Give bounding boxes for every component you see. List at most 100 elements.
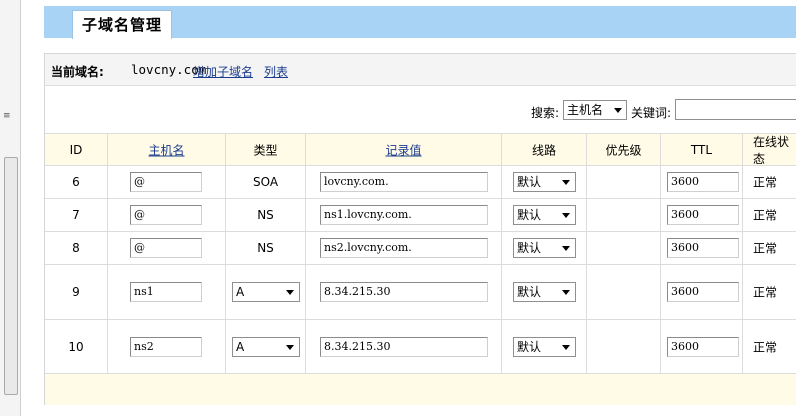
- column-header-id: ID: [69, 142, 83, 157]
- record-id: 10: [68, 340, 84, 354]
- cell-value: lovcny.com.: [306, 166, 502, 198]
- search-label: 搜索:: [531, 106, 560, 120]
- chevron-down-icon: [286, 290, 294, 295]
- list-link[interactable]: 列表: [264, 63, 288, 80]
- add-subdomain-link[interactable]: 增加子域名: [193, 63, 253, 80]
- table-row: 8 @ NS ns2.lovcny.com. 默认 3600 正常: [45, 231, 796, 264]
- line-select-value: 默认: [517, 208, 542, 222]
- chevron-down-icon: [614, 108, 622, 113]
- cell-id: ID: [45, 134, 108, 165]
- ttl-input[interactable]: 3600: [667, 238, 739, 258]
- column-header-value[interactable]: 记录值: [306, 141, 501, 158]
- column-header-status: 在线状态: [753, 134, 790, 166]
- cell-priority: [587, 166, 661, 198]
- cell-status: 正常: [743, 199, 796, 231]
- status-text: 正常: [753, 285, 778, 300]
- cell-line: 默认: [502, 232, 587, 264]
- cell-host: @: [108, 199, 226, 231]
- record-value-input[interactable]: 8.34.215.30: [320, 337, 488, 357]
- chevron-down-icon: [562, 213, 570, 218]
- record-type: NS: [257, 208, 274, 222]
- record-id: 8: [72, 241, 80, 255]
- cell-line: 默认: [502, 199, 587, 231]
- cell-priority: [587, 265, 661, 319]
- search-field-select[interactable]: 主机名: [563, 100, 627, 120]
- cell-id: 8: [45, 232, 108, 264]
- cell-line: 默认: [502, 265, 587, 319]
- record-id: 7: [72, 208, 80, 222]
- cell-host: 主机名: [108, 134, 226, 165]
- record-type: NS: [257, 241, 274, 255]
- cell-value: ns1.lovcny.com.: [306, 199, 502, 231]
- current-domain-label: 当前域名:: [51, 65, 104, 79]
- cell-priority: [587, 232, 661, 264]
- cell-value: 8.34.215.30: [306, 320, 502, 374]
- cell-status: 正常: [743, 166, 796, 198]
- tab-subdomain-management[interactable]: 子域名管理: [72, 10, 172, 39]
- cell-host: @: [108, 232, 226, 264]
- cell-ttl: 3600: [661, 232, 743, 264]
- ttl-input[interactable]: 3600: [667, 337, 739, 357]
- cell-id: 10: [45, 320, 108, 374]
- table-row: 10 ns2 A 8.34.215.30 默认 3600 正常: [45, 319, 796, 374]
- host-input[interactable]: @: [130, 205, 202, 225]
- chevron-down-icon: [562, 290, 570, 295]
- table-row: 6 @ SOA lovcny.com. 默认 3600 正常: [45, 165, 796, 198]
- cell-value: 8.34.215.30: [306, 265, 502, 319]
- column-header-type: 类型: [253, 143, 278, 157]
- ttl-input[interactable]: 3600: [667, 282, 739, 302]
- type-select[interactable]: A: [232, 282, 300, 302]
- cell-type: A: [226, 265, 306, 319]
- cell-type: A: [226, 320, 306, 374]
- column-header-line: 线路: [531, 143, 556, 157]
- status-text: 正常: [753, 175, 778, 190]
- line-select[interactable]: 默认: [513, 205, 576, 225]
- line-select[interactable]: 默认: [513, 238, 576, 258]
- type-select-value: A: [236, 340, 245, 354]
- record-type: SOA: [252, 175, 279, 189]
- chevron-down-icon: [286, 345, 294, 350]
- host-input[interactable]: ns2: [130, 337, 202, 357]
- status-text: 正常: [753, 208, 778, 223]
- line-select[interactable]: 默认: [513, 172, 576, 192]
- keyword-label: 关键词:: [631, 106, 672, 120]
- cell-line: 默认: [502, 320, 587, 374]
- line-select-value: 默认: [517, 285, 542, 299]
- chevron-down-icon: [562, 246, 570, 251]
- cell-status: 在线状态: [743, 134, 796, 166]
- line-select-value: 默认: [517, 241, 542, 255]
- cell-host: @: [108, 166, 226, 198]
- record-id: 6: [72, 175, 80, 189]
- keyword-input[interactable]: [675, 99, 796, 120]
- record-value-input[interactable]: ns1.lovcny.com.: [320, 205, 488, 225]
- table-row: 7 @ NS ns1.lovcny.com. 默认 3600 正常: [45, 198, 796, 231]
- record-value-input[interactable]: ns2.lovcny.com.: [320, 238, 488, 258]
- line-select[interactable]: 默认: [513, 337, 576, 357]
- type-select[interactable]: A: [232, 337, 300, 357]
- cell-id: 9: [45, 265, 108, 319]
- cell-status: 正常: [743, 265, 796, 319]
- cell-ttl: 3600: [661, 320, 743, 374]
- chevron-down-icon: [562, 180, 570, 185]
- cell-status: 正常: [743, 320, 796, 374]
- scrollbar-thumb[interactable]: [4, 157, 18, 395]
- ttl-input[interactable]: 3600: [667, 172, 739, 192]
- record-value-input[interactable]: lovcny.com.: [320, 172, 488, 192]
- cell-type: SOA: [226, 166, 306, 198]
- table-footer: [45, 373, 796, 405]
- left-scrollbar[interactable]: ≡: [0, 0, 21, 416]
- cell-id: 6: [45, 166, 108, 198]
- line-select[interactable]: 默认: [513, 282, 576, 302]
- record-value-input[interactable]: 8.34.215.30: [320, 282, 488, 302]
- cell-id: 7: [45, 199, 108, 231]
- cell-ttl: 3600: [661, 265, 743, 319]
- record-id: 9: [72, 285, 80, 299]
- host-input[interactable]: @: [130, 238, 202, 258]
- host-input[interactable]: @: [130, 172, 202, 192]
- column-header-host[interactable]: 主机名: [108, 141, 225, 158]
- host-input[interactable]: ns1: [130, 282, 202, 302]
- type-select-value: A: [236, 285, 245, 299]
- cell-status: 正常: [743, 232, 796, 264]
- cell-ttl: TTL: [661, 134, 743, 165]
- ttl-input[interactable]: 3600: [667, 205, 739, 225]
